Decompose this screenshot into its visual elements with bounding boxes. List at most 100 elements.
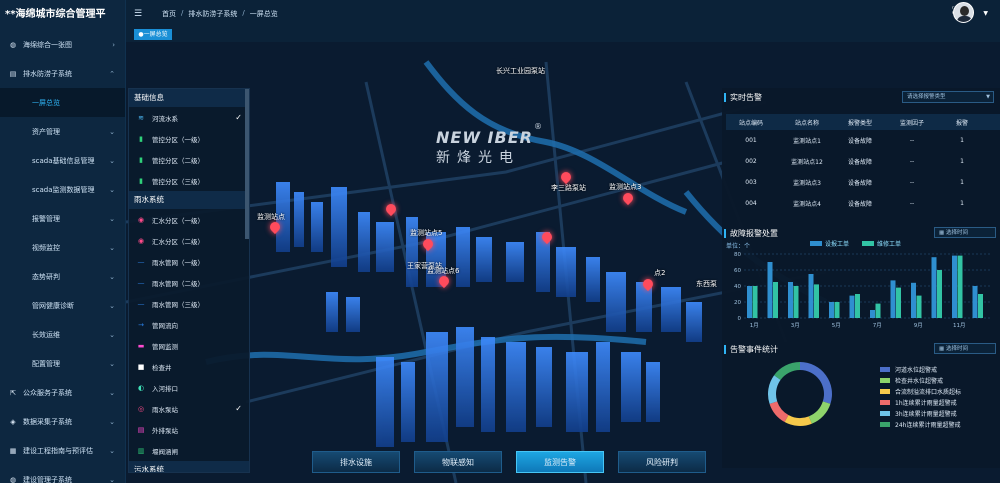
donut-slice[interactable]: [769, 401, 789, 423]
table-row[interactable]: 002 监测站点12 设备故障 -- 1: [726, 151, 1000, 172]
bottom-tab[interactable]: 物联感知: [414, 451, 502, 473]
map-label-station[interactable]: 点2: [654, 268, 665, 278]
chevron-down-icon: ⌄: [109, 127, 115, 136]
sidebar-item[interactable]: 管网健康诊断 ⌄: [0, 291, 125, 320]
sidebar-item-label: 资产管理: [32, 127, 60, 136]
sidebar-item[interactable]: ◍ 海绵综合一张图 ›: [0, 30, 125, 59]
catchment-icon: ◉: [137, 215, 145, 224]
breadcrumb-subsystem[interactable]: 排水防涝子系统: [188, 9, 237, 19]
bar-repair: [896, 287, 901, 318]
sidebar-item-label: 配置管理: [32, 359, 60, 368]
legend-swatch: [810, 241, 822, 246]
sidebar-item-label: scada监测数据管理: [32, 185, 95, 194]
map-label-station[interactable]: 东西泵: [696, 279, 717, 289]
donut-slice[interactable]: [800, 362, 832, 404]
layer-section-title: 基础信息: [129, 89, 249, 107]
bar-report: [788, 282, 793, 318]
sidebar-item-label: 报警管理: [32, 214, 60, 223]
table-row[interactable]: 003 监测站点3 设备故障 -- 1: [726, 172, 1000, 193]
calendar-icon: ▦: [939, 230, 946, 236]
layer-toggle-row[interactable]: ◉ 汇水分区（一级）: [129, 209, 249, 230]
layer-toggle-row[interactable]: ▮ 管控分区（三级）: [129, 170, 249, 191]
avatar[interactable]: [953, 2, 974, 23]
table-row[interactable]: 001 监测站点1 设备故障 -- 1: [726, 130, 1000, 151]
layer-toggle-row[interactable]: — 雨水管网（二级）: [129, 272, 249, 293]
alarm-type-select[interactable]: 请选择报警类型 ▼: [902, 91, 994, 103]
tab-overview[interactable]: ●一屏总览: [134, 29, 172, 40]
bottom-tab[interactable]: 监测告警: [516, 451, 604, 473]
layer-toggle-row[interactable]: → 管网流向: [129, 314, 249, 335]
map-label-station[interactable]: 监测站点5: [410, 228, 442, 238]
table-header-cell: 站点编码: [738, 119, 763, 127]
catchment-icon: ◉: [137, 236, 145, 245]
sidebar-item-label: 态势研判: [32, 272, 60, 281]
globe-icon: ◍: [9, 475, 17, 483]
layer-toggle-row[interactable]: ▬ 管网监测: [129, 335, 249, 356]
sidebar-item[interactable]: 长效运维 ⌄: [0, 320, 125, 349]
outfall-icon: ◐: [137, 383, 145, 392]
map-label-station[interactable]: 监测站点: [257, 212, 285, 222]
x-tick-label: 3月: [791, 322, 800, 329]
layer-toggle-row[interactable]: — 雨水管网（三级）: [129, 293, 249, 314]
bar-report: [870, 310, 875, 318]
chevron-down-icon: ⌄: [109, 330, 115, 339]
table-header-cell: 报警类型: [847, 119, 872, 127]
map-label-station[interactable]: 李三路泵站: [551, 183, 586, 193]
layer-toggle-label: 堰阀涵闸: [152, 447, 178, 456]
layer-toggle-row[interactable]: ≋ 河流水系 ✓: [129, 107, 249, 128]
sidebar-item[interactable]: 配置管理 ⌄: [0, 349, 125, 378]
layer-toggle-row[interactable]: ◎ 雨水泵站 ✓: [129, 398, 249, 419]
sidebar-item[interactable]: 态势研判 ⌄: [0, 262, 125, 291]
fault-date-picker[interactable]: ▦ 选择时间: [934, 227, 996, 238]
avatar-caret-icon[interactable]: ▼: [983, 10, 988, 17]
layer-toggle-row[interactable]: ■ 检查井: [129, 356, 249, 377]
sidebar-item[interactable]: ◍ 建设管理子系统 ⌄: [0, 465, 125, 483]
sidebar-item[interactable]: scada基础信息管理 ⌄: [0, 146, 125, 175]
layer-toggle-row[interactable]: ◐ 入河排口: [129, 377, 249, 398]
table-header-row: 站点编码 站点名称 报警类型 监测因子 报警: [726, 114, 1000, 130]
monitor-icon: ▬: [137, 341, 145, 350]
layer-toggle-row[interactable]: ▮ 管控分区（二级）: [129, 149, 249, 170]
table-cell: 1: [960, 137, 964, 144]
breadcrumb-separator: /: [181, 8, 184, 17]
map-label-station[interactable]: 监测站点3: [609, 182, 641, 192]
donut-slice[interactable]: [808, 401, 831, 424]
sidebar-item[interactable]: ◈ 数据采集子系统 ⌄: [0, 407, 125, 436]
map-buildings: [276, 182, 702, 447]
layer-toggle-row[interactable]: ▤ 外排泵站: [129, 419, 249, 440]
sidebar-item[interactable]: 报警管理 ⌄: [0, 204, 125, 233]
bottom-tab[interactable]: 排水设施: [312, 451, 400, 473]
gate-icon: ▥: [137, 446, 145, 455]
sidebar-item[interactable]: 视频监控 ⌄: [0, 233, 125, 262]
sidebar-item[interactable]: ▤ 排水防涝子系统 ⌃: [0, 59, 125, 88]
flow-icon: →: [138, 320, 144, 329]
stats-date-picker[interactable]: ▦ 选择时间: [934, 343, 996, 354]
x-tick-label: 11月: [953, 322, 966, 329]
chevron-right-icon: ›: [112, 40, 115, 49]
layer-toggle-row[interactable]: ▥ 堰阀涵闸: [129, 440, 249, 461]
bar-repair: [855, 294, 860, 318]
map-label-station[interactable]: 监测站点6: [427, 266, 459, 276]
sidebar-item-label: 数据采集子系统: [23, 417, 72, 426]
sidebar-item[interactable]: scada监测数据管理 ⌄: [0, 175, 125, 204]
x-tick-label: 9月: [914, 322, 923, 329]
bar-repair: [978, 294, 983, 318]
layer-toggle-row[interactable]: — 雨水管网（一级）: [129, 251, 249, 272]
sidebar-item[interactable]: 一屏总览: [0, 88, 125, 117]
sidebar-item[interactable]: 资产管理 ⌄: [0, 117, 125, 146]
document-icon: ▦: [9, 446, 17, 455]
menu-toggle-icon[interactable]: ☰: [134, 9, 150, 19]
breadcrumb-home[interactable]: 首页: [162, 9, 176, 19]
table-row[interactable]: 004 监测站点4 设备故障 -- 1: [726, 193, 1000, 214]
donut-slice[interactable]: [768, 375, 781, 404]
sidebar-item[interactable]: ⇱ 公众服务子系统 ⌄: [0, 378, 125, 407]
donut-slice[interactable]: [784, 415, 812, 426]
donut-slice[interactable]: [774, 362, 800, 380]
sidebar-item[interactable]: ▦ 建设工程指南与预评估 ⌄: [0, 436, 125, 465]
map-label-station[interactable]: 长兴工业园泵站: [496, 66, 545, 76]
chevron-down-icon: ⌄: [109, 272, 115, 281]
table-cell: 003: [745, 179, 757, 186]
bottom-tab[interactable]: 风险研判: [618, 451, 706, 473]
layer-toggle-row[interactable]: ◉ 汇水分区（二级）: [129, 230, 249, 251]
layer-toggle-row[interactable]: ▮ 管控分区（一级）: [129, 128, 249, 149]
